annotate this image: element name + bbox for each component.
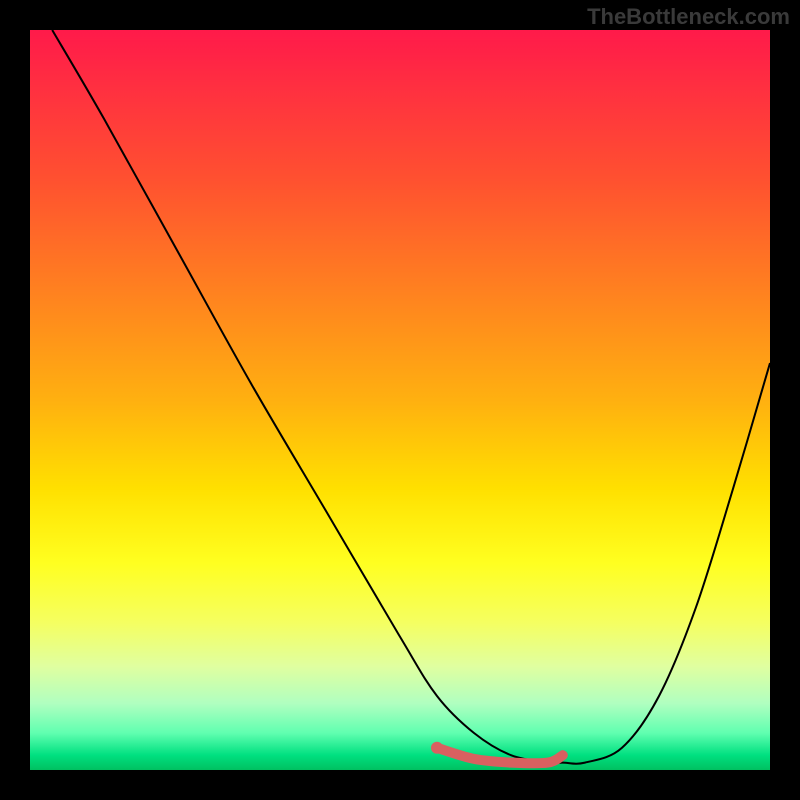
watermark-text: TheBottleneck.com — [587, 4, 790, 30]
highlight-start-dot — [431, 742, 443, 754]
chart-plot-area — [30, 30, 770, 770]
bottleneck-curve-svg — [30, 30, 770, 770]
curve-path — [52, 30, 770, 764]
